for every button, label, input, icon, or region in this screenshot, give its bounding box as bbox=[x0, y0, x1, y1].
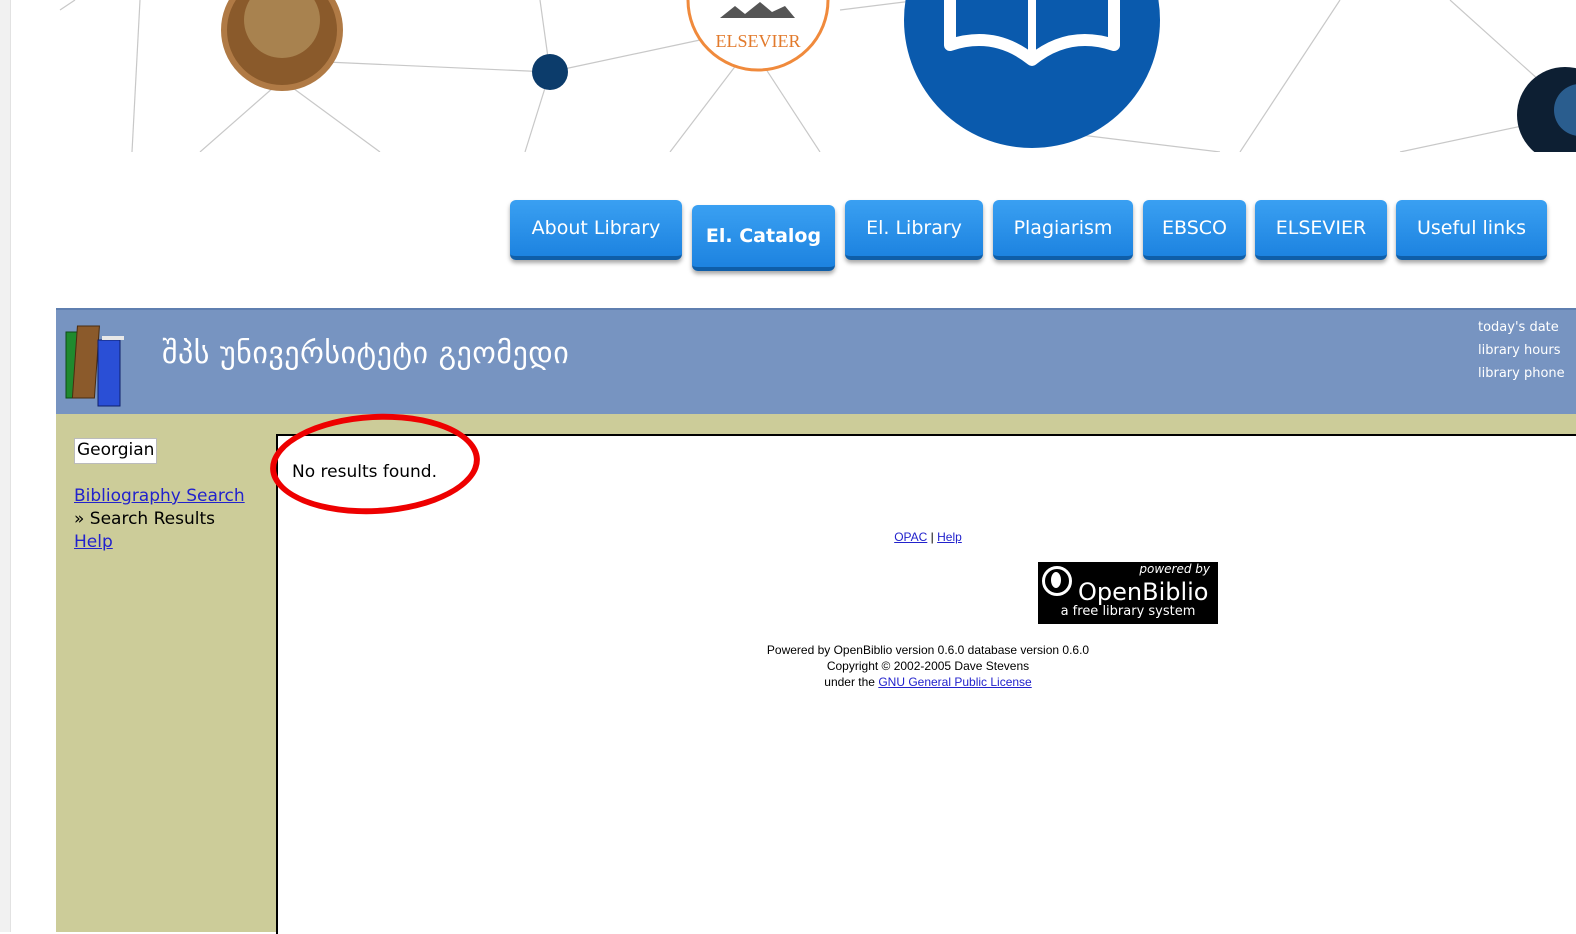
content-top-strip bbox=[276, 414, 1576, 434]
library-hours-label: library hours bbox=[1478, 343, 1561, 358]
header-info: today's date library hours library phone bbox=[1478, 316, 1565, 385]
svg-text:ELSEVIER: ELSEVIER bbox=[716, 31, 801, 51]
nav-el-catalog[interactable]: El. Catalog bbox=[692, 205, 835, 271]
main-content: No results found. OPAC | Help powered by… bbox=[267, 408, 1576, 934]
nav-label: El. Library bbox=[866, 217, 962, 239]
nav-elsevier[interactable]: ELSEVIER bbox=[1255, 200, 1387, 260]
books-logo-icon bbox=[65, 325, 124, 407]
openbiblio-logo[interactable]: powered by OpenBiblio a free library sys… bbox=[1038, 562, 1218, 624]
copyright-line: Copyright © 2002-2005 Dave Stevens bbox=[826, 659, 1030, 673]
banner: ELSEVIER bbox=[20, 0, 1576, 152]
nav-label: ELSEVIER bbox=[1275, 217, 1367, 239]
network-banner-graphic: ELSEVIER bbox=[59, 0, 1576, 152]
bibliography-search-link[interactable]: Bibliography Search bbox=[74, 486, 245, 506]
nav-about-library[interactable]: About Library bbox=[510, 200, 682, 260]
help-link[interactable]: Help bbox=[74, 532, 113, 552]
sidebar-nav: Bibliography Search » Search Results Hel… bbox=[74, 485, 245, 554]
network-node-icon bbox=[532, 54, 568, 90]
library-header: შპს უნივერსიტეტი გეომედი today's date li… bbox=[56, 308, 1576, 416]
nav-label: El. Catalog bbox=[705, 225, 822, 247]
license-prefix: under the bbox=[824, 675, 875, 689]
nav-plagiarism[interactable]: Plagiarism bbox=[993, 200, 1133, 260]
license-line: under the GNU General Public License bbox=[278, 674, 1576, 690]
search-results-breadcrumb: » Search Results bbox=[74, 509, 215, 529]
todays-date-label: today's date bbox=[1478, 320, 1559, 335]
opac-link[interactable]: OPAC bbox=[894, 530, 927, 544]
powered-by-line: Powered by OpenBiblio version 0.6.0 data… bbox=[766, 643, 1090, 657]
nav-label: Plagiarism bbox=[1013, 217, 1113, 239]
left-gutter bbox=[0, 0, 11, 932]
footer-links: OPAC | Help bbox=[278, 530, 1576, 544]
logo-tagline: a free library system bbox=[1060, 604, 1196, 619]
logo-name: OpenBiblio bbox=[1078, 578, 1209, 606]
site-title: შპს უნივერსიტეტი გეომედი bbox=[162, 336, 570, 371]
nav-useful-links[interactable]: Useful links bbox=[1396, 200, 1547, 260]
footer-credits: Powered by OpenBiblio version 0.6.0 data… bbox=[278, 642, 1576, 690]
openbiblio-emblem-icon bbox=[1042, 566, 1072, 596]
library-phone-label: library phone bbox=[1478, 366, 1565, 381]
logo-powered-by: powered by bbox=[1139, 562, 1210, 576]
nav-label: Useful links bbox=[1416, 217, 1527, 239]
language-select[interactable]: Georgian bbox=[74, 438, 158, 464]
footer-separator: | bbox=[930, 530, 934, 544]
nav-label: About Library bbox=[531, 217, 661, 239]
nav-label: EBSCO bbox=[1162, 217, 1227, 239]
nav-ebsco[interactable]: EBSCO bbox=[1143, 200, 1246, 260]
license-link[interactable]: GNU General Public License bbox=[878, 675, 1031, 689]
nav-el-library[interactable]: El. Library bbox=[845, 200, 983, 260]
footer-help-link[interactable]: Help bbox=[937, 530, 962, 544]
sidebar: Georgian Bibliography Search » Search Re… bbox=[56, 414, 277, 932]
